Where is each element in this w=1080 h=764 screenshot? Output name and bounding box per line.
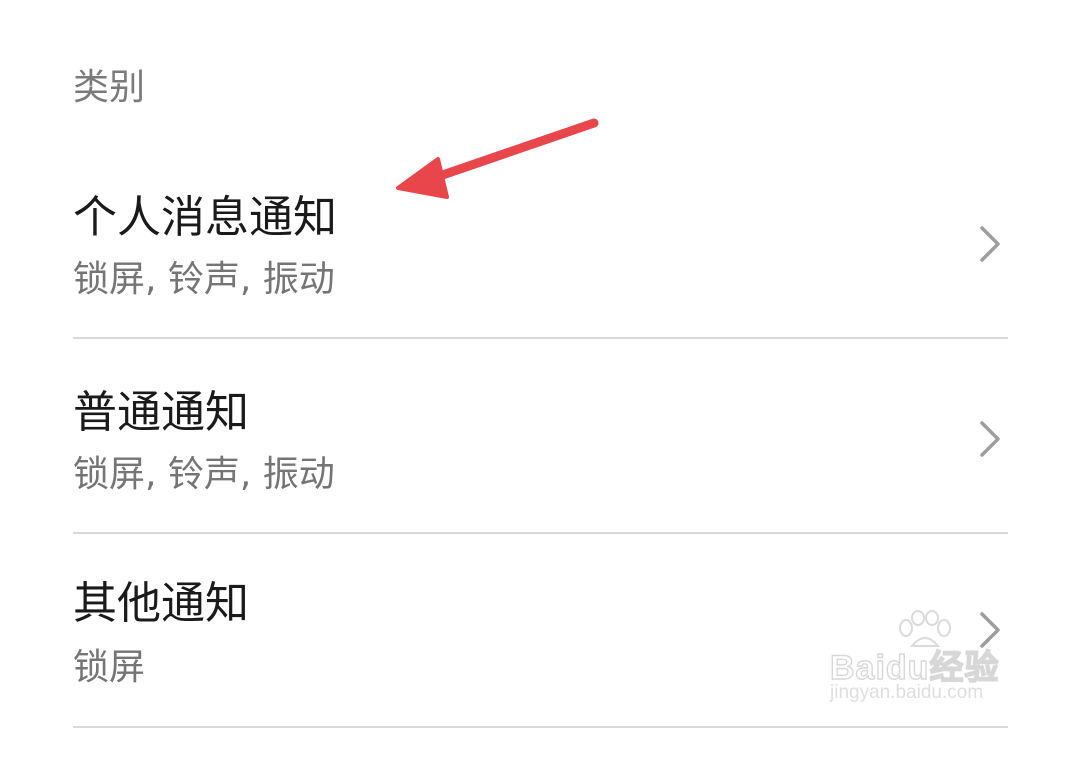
watermark-url: jingyan.baidu.com: [830, 682, 984, 703]
notification-categories-screen: { "section": { "title": "类别" }, "items":…: [0, 0, 1080, 729]
baidu-jingyan-watermark: Baidu经验 jingyan.baidu.com: [826, 610, 1026, 710]
